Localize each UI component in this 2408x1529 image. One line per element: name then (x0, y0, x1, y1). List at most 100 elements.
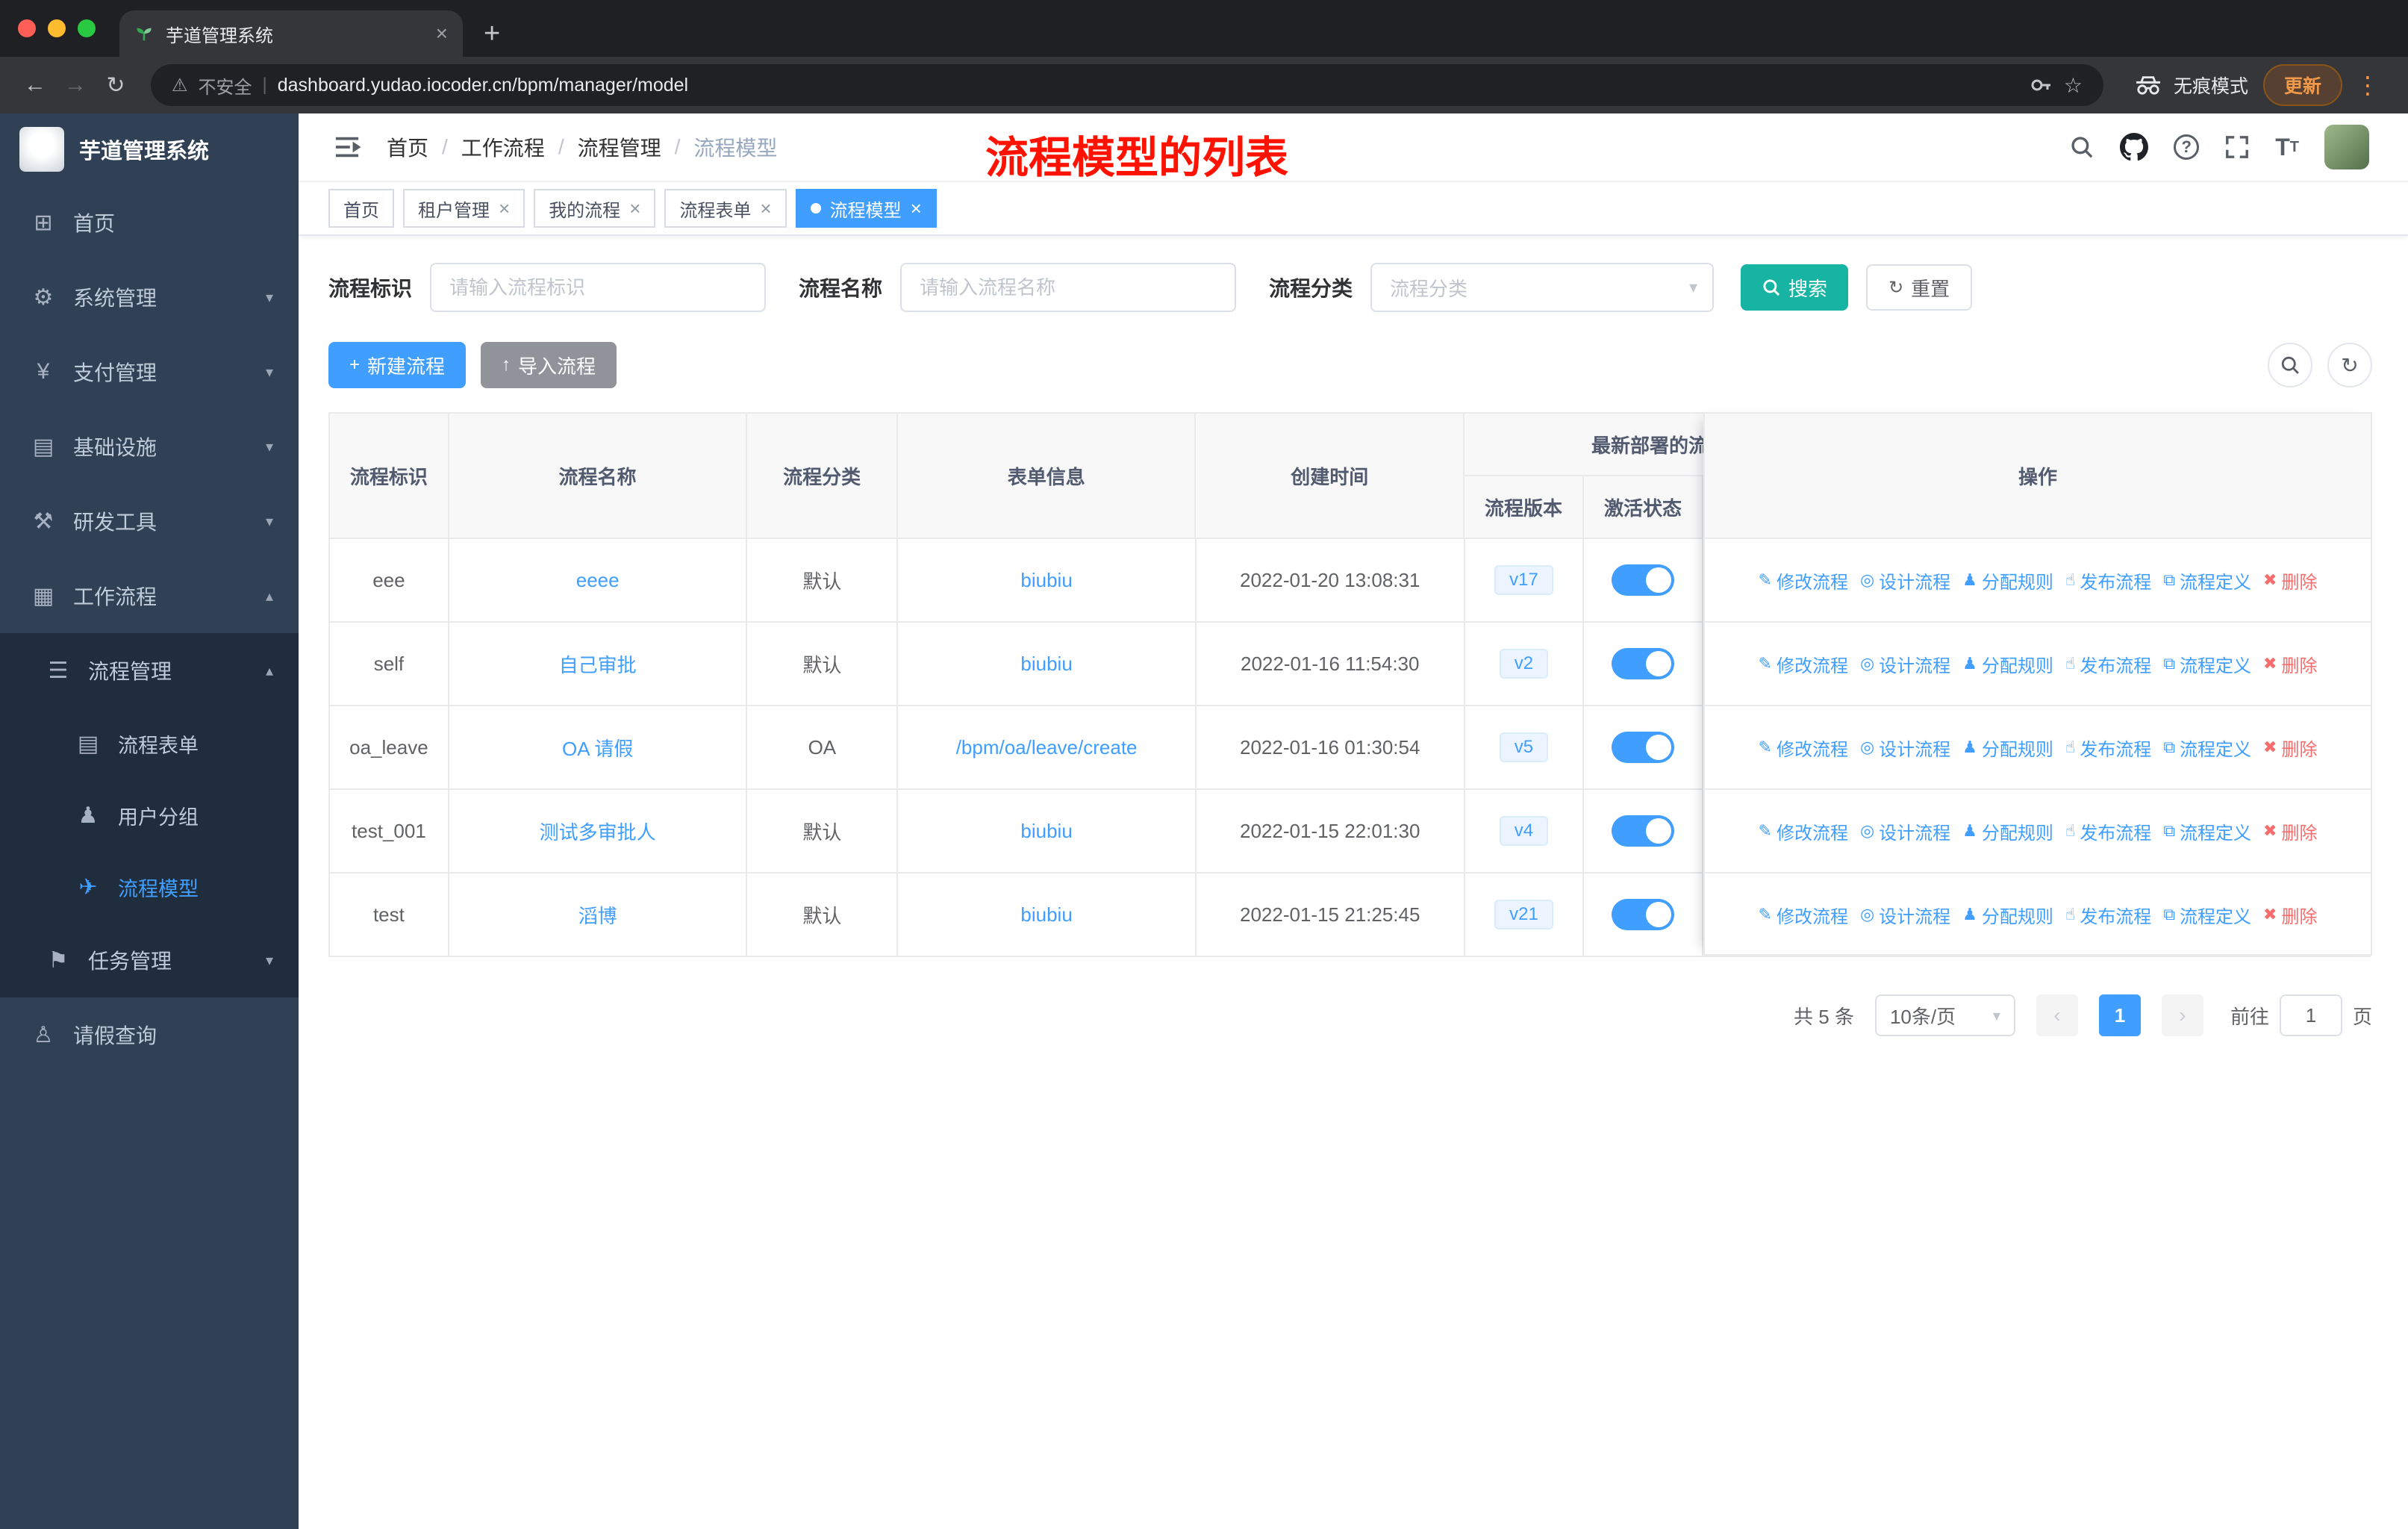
edit-process-link[interactable]: ✎ 修改流程 (1759, 735, 1848, 761)
edit-process-link[interactable]: ✎ 修改流程 (1759, 567, 1848, 594)
assign-rule-link[interactable]: ♟ 分配规则 (1962, 567, 2053, 594)
goto-page-input[interactable] (2279, 994, 2342, 1036)
forward-icon[interactable]: → (55, 72, 96, 98)
password-key-icon[interactable] (2030, 73, 2053, 97)
hamburger-icon[interactable] (319, 134, 375, 160)
process-definition-link[interactable]: ⧉ 流程定义 (2163, 818, 2251, 844)
github-icon[interactable] (2120, 133, 2149, 161)
form-info-link[interactable]: biubiu (1020, 903, 1072, 927)
tag-process-model[interactable]: 流程模型 × (795, 189, 937, 228)
import-process-button[interactable]: ↑ 导入流程 (481, 342, 617, 388)
sidebar-item-process-management[interactable]: ☰ 流程管理 ▴ (0, 633, 299, 708)
assign-rule-link[interactable]: ♟ 分配规则 (1962, 818, 2053, 844)
delete-link[interactable]: ✖ 删除 (2263, 818, 2317, 844)
form-info-link[interactable]: biubiu (1020, 820, 1072, 843)
sidebar-item-leave-query[interactable]: ♙ 请假查询 (0, 997, 299, 1072)
publish-process-link[interactable]: ☝ 发布流程 (2065, 567, 2151, 594)
search-button[interactable]: 搜索 (1741, 264, 1849, 311)
fullscreen-icon[interactable] (2224, 134, 2250, 160)
update-button[interactable]: 更新 (2262, 64, 2342, 106)
design-process-link[interactable]: ◎ 设计流程 (1860, 651, 1950, 677)
help-icon[interactable]: ? (2174, 134, 2200, 160)
process-name-link[interactable]: 滔博 (578, 901, 617, 929)
active-toggle[interactable] (1612, 899, 1675, 930)
close-window-button[interactable] (18, 19, 36, 37)
process-name-link[interactable]: 测试多审批人 (540, 818, 656, 845)
url-bar[interactable]: ⚠ 不安全 | dashboard.yudao.iocoder.cn/bpm/m… (151, 64, 2103, 106)
page-size-select[interactable]: 10条/页 ▾ (1874, 994, 2015, 1036)
page-1-button[interactable]: 1 (2098, 994, 2141, 1036)
edit-process-link[interactable]: ✎ 修改流程 (1759, 818, 1848, 844)
form-info-link[interactable]: biubiu (1020, 653, 1072, 676)
close-icon[interactable]: × (499, 197, 510, 220)
tag-tenant[interactable]: 租户管理 × (403, 189, 525, 228)
create-process-button[interactable]: + 新建流程 (328, 342, 467, 388)
toggle-search-button[interactable] (2268, 343, 2312, 387)
delete-link[interactable]: ✖ 删除 (2263, 902, 2317, 928)
minimize-window-button[interactable] (48, 19, 66, 37)
breadcrumb-workflow[interactable]: 工作流程 (461, 132, 545, 162)
bookmark-star-icon[interactable]: ☆ (2064, 73, 2083, 98)
form-info-link[interactable]: biubiu (1020, 569, 1072, 592)
design-process-link[interactable]: ◎ 设计流程 (1860, 735, 1950, 761)
delete-link[interactable]: ✖ 删除 (2263, 567, 2317, 594)
tag-my-process[interactable]: 我的流程 × (534, 189, 656, 228)
new-tab-button[interactable]: + (463, 10, 521, 57)
process-name-link[interactable]: OA 请假 (562, 734, 633, 762)
back-icon[interactable]: ← (15, 72, 55, 98)
design-process-link[interactable]: ◎ 设计流程 (1860, 818, 1950, 844)
tab-close-icon[interactable]: × (436, 22, 448, 46)
breadcrumb-process-management[interactable]: 流程管理 (578, 132, 661, 162)
assign-rule-link[interactable]: ♟ 分配规则 (1962, 735, 2053, 761)
breadcrumb-home[interactable]: 首页 (387, 132, 428, 162)
close-icon[interactable]: × (629, 197, 640, 220)
browser-menu-icon[interactable]: ⋮ (2342, 71, 2393, 99)
process-definition-link[interactable]: ⧉ 流程定义 (2163, 902, 2251, 928)
tag-home[interactable]: 首页 (328, 189, 394, 228)
publish-process-link[interactable]: ☝ 发布流程 (2065, 818, 2151, 844)
design-process-link[interactable]: ◎ 设计流程 (1860, 567, 1950, 594)
reload-icon[interactable]: ↻ (96, 72, 136, 99)
sidebar-item-process-form[interactable]: ▤ 流程表单 (0, 708, 299, 779)
active-toggle[interactable] (1612, 564, 1675, 596)
process-name-link[interactable]: eeee (576, 569, 620, 592)
refresh-table-button[interactable]: ↻ (2327, 343, 2372, 387)
reset-button[interactable]: ↻ 重置 (1866, 264, 1973, 311)
active-toggle[interactable] (1612, 648, 1675, 679)
browser-tab[interactable]: 芋道管理系统 × (119, 10, 463, 57)
sidebar-item-workflow[interactable]: ▦ 工作流程 ▴ (0, 558, 299, 633)
user-avatar[interactable] (2324, 125, 2369, 169)
active-toggle[interactable] (1612, 732, 1675, 763)
font-size-icon[interactable]: TT (2275, 134, 2299, 161)
sidebar-item-home[interactable]: ⊞ 首页 (0, 185, 299, 260)
process-name-link[interactable]: 自己审批 (559, 650, 637, 678)
sidebar-item-devtools[interactable]: ⚒ 研发工具 ▾ (0, 484, 299, 558)
design-process-link[interactable]: ◎ 设计流程 (1860, 902, 1950, 928)
sidebar-item-task-management[interactable]: ⚑ 任务管理 ▾ (0, 923, 299, 997)
sidebar-item-infrastructure[interactable]: ▤ 基础设施 ▾ (0, 409, 299, 484)
edit-process-link[interactable]: ✎ 修改流程 (1759, 902, 1848, 928)
publish-process-link[interactable]: ☝ 发布流程 (2065, 902, 2151, 928)
close-icon[interactable]: × (760, 197, 771, 220)
active-toggle[interactable] (1612, 815, 1675, 847)
publish-process-link[interactable]: ☝ 发布流程 (2065, 735, 2151, 761)
process-definition-link[interactable]: ⧉ 流程定义 (2163, 735, 2251, 761)
filter-id-input[interactable] (430, 263, 767, 312)
process-definition-link[interactable]: ⧉ 流程定义 (2163, 567, 2251, 594)
sidebar-item-payment[interactable]: ¥ 支付管理 ▾ (0, 334, 299, 409)
sidebar-item-user-group[interactable]: ♟ 用户分组 (0, 779, 299, 851)
process-definition-link[interactable]: ⧉ 流程定义 (2163, 651, 2251, 677)
edit-process-link[interactable]: ✎ 修改流程 (1759, 651, 1848, 677)
next-page-button[interactable]: › (2161, 994, 2203, 1036)
sidebar-item-system[interactable]: ⚙ 系统管理 ▾ (0, 260, 299, 334)
publish-process-link[interactable]: ☝ 发布流程 (2065, 651, 2151, 677)
sidebar-item-process-model[interactable]: ✈ 流程模型 (0, 851, 299, 923)
search-icon[interactable] (2069, 134, 2094, 160)
delete-link[interactable]: ✖ 删除 (2263, 735, 2317, 761)
delete-link[interactable]: ✖ 删除 (2263, 651, 2317, 677)
form-info-link[interactable]: /bpm/oa/leave/create (956, 736, 1138, 759)
maximize-window-button[interactable] (78, 19, 96, 37)
filter-name-input[interactable] (900, 263, 1237, 312)
assign-rule-link[interactable]: ♟ 分配规则 (1962, 651, 2053, 677)
filter-category-select[interactable]: 流程分类 ▾ (1370, 263, 1715, 312)
